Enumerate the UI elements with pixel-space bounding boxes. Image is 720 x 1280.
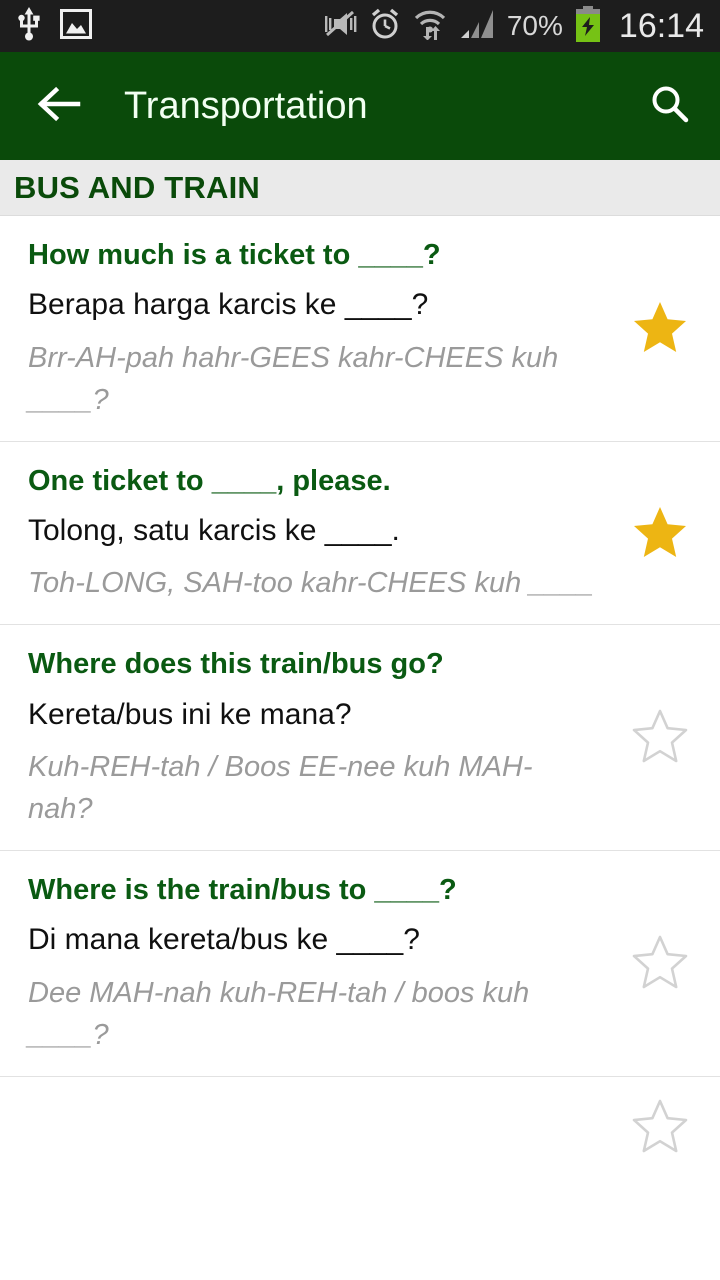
- alarm-clock-icon: [369, 8, 401, 45]
- list-item[interactable]: Where is the train/bus to ____? Di mana …: [0, 851, 720, 1077]
- phrase-translation: Berapa harga karcis ke ____?: [28, 288, 429, 322]
- star-filled-icon: [632, 300, 688, 359]
- battery-percent-label: 70%: [506, 10, 563, 41]
- battery-charging-icon: [575, 5, 601, 47]
- phrase-text-block: Where does this train/bus go? Kereta/bus…: [0, 647, 608, 830]
- phrase-translation: Kereta/bus ini ke mana?: [28, 697, 352, 731]
- phrase-english: One ticket to ____, please.: [28, 464, 391, 497]
- usb-icon: [16, 6, 42, 46]
- page-title: Transportation: [124, 84, 368, 127]
- section-header-label: BUS AND TRAIN: [14, 169, 260, 205]
- back-button[interactable]: [30, 78, 86, 134]
- list-item[interactable]: Where does this train/bus go? Kereta/bus…: [0, 625, 720, 852]
- phrase-pronunciation: Dee MAH-nah kuh-REH-tah / boos kuh ____?: [28, 976, 530, 1051]
- back-arrow-icon: [34, 84, 82, 129]
- phrase-pronunciation: Brr-AH-pah hahr-GEES kahr-CHEES kuh ____…: [28, 341, 559, 416]
- favorite-toggle[interactable]: [608, 709, 720, 768]
- favorite-toggle[interactable]: [608, 1099, 720, 1158]
- app-bar: Transportation: [0, 52, 720, 160]
- favorite-toggle[interactable]: [608, 935, 720, 994]
- status-bar-left-icons: [16, 6, 92, 46]
- search-icon: [648, 82, 692, 131]
- star-outline-icon: [632, 935, 688, 994]
- status-bar-clock: 16:14: [618, 6, 704, 45]
- list-item[interactable]: [0, 1076, 720, 1178]
- phrase-text-block: [0, 1099, 608, 1114]
- phrase-text-block: How much is a ticket to ____? Berapa har…: [0, 238, 608, 421]
- mute-vibrate-icon: [323, 8, 357, 45]
- star-outline-icon: [632, 1099, 688, 1158]
- phrase-translation: Tolong, satu karcis ke ____.: [28, 513, 400, 547]
- wifi-data-icon: [413, 8, 447, 45]
- status-bar: 70% 16:14: [0, 0, 720, 52]
- phrase-text-block: One ticket to ____, please. Tolong, satu…: [0, 464, 608, 605]
- phrase-english: Where is the train/bus to ____?: [28, 874, 457, 907]
- phrase-translation: Di mana kereta/bus ke ____?: [28, 923, 420, 957]
- favorite-toggle[interactable]: [608, 505, 720, 564]
- search-button[interactable]: [642, 78, 698, 134]
- phrase-english: Where does this train/bus go?: [28, 648, 444, 681]
- list-item[interactable]: One ticket to ____, please. Tolong, satu…: [0, 441, 720, 626]
- star-outline-icon: [632, 709, 688, 768]
- phrase-list: How much is a ticket to ____? Berapa har…: [0, 216, 720, 1178]
- favorite-toggle[interactable]: [608, 300, 720, 359]
- section-header: BUS AND TRAIN: [0, 160, 720, 216]
- phrase-text-block: Where is the train/bus to ____? Di mana …: [0, 873, 608, 1056]
- list-item[interactable]: How much is a ticket to ____? Berapa har…: [0, 216, 720, 442]
- star-filled-icon: [632, 505, 688, 564]
- phrase-pronunciation: Toh-LONG, SAH-too kahr-CHEES kuh ____: [28, 567, 594, 600]
- status-bar-right-icons: 70% 16:14: [323, 5, 704, 47]
- phrase-pronunciation: Kuh-REH-tah / Boos EE-nee kuh MAH-nah?: [28, 750, 533, 826]
- phrase-english: How much is a ticket to ____?: [28, 239, 441, 271]
- signal-bars-icon: [459, 8, 495, 45]
- screenshot-image-icon: [60, 8, 92, 44]
